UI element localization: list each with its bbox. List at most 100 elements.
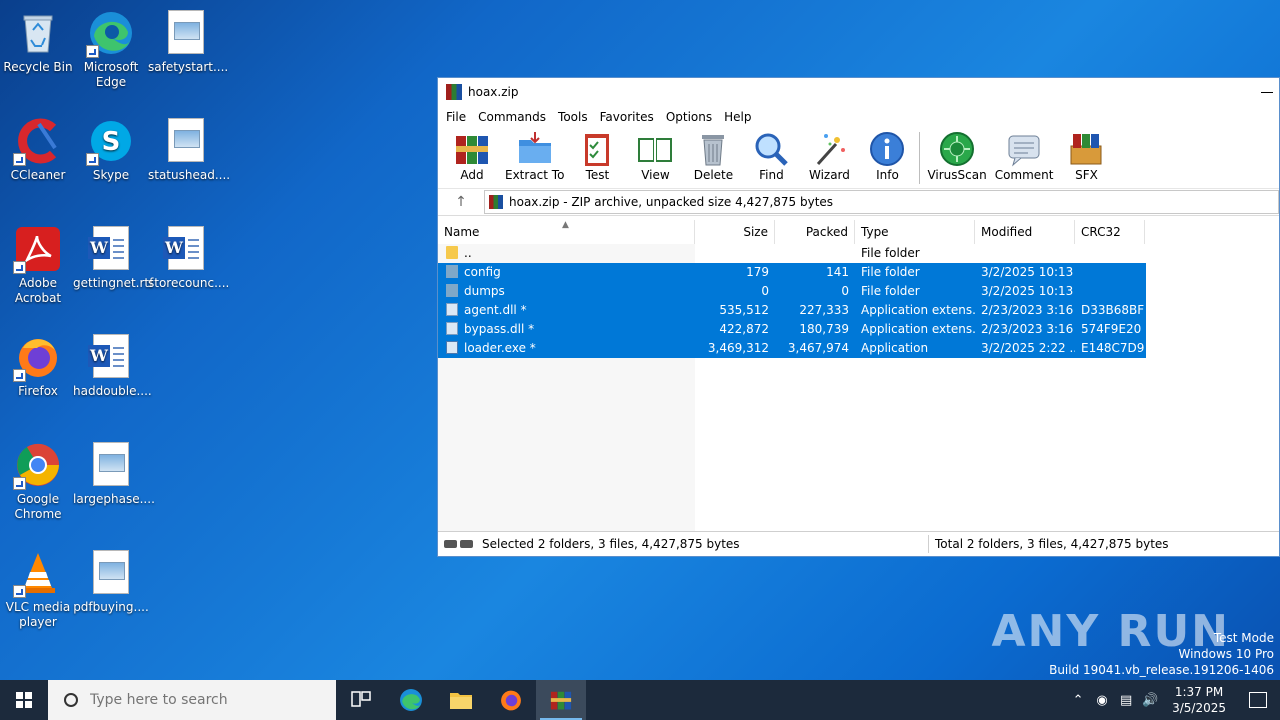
file-crc32 <box>1075 244 1145 263</box>
file-packed: 0 <box>841 284 849 298</box>
test-clipboard-icon <box>578 130 616 168</box>
sfx-button[interactable]: SFX <box>1058 128 1114 182</box>
desktop-icon-pdfbuying[interactable]: pdfbuying.... <box>73 548 149 615</box>
file-name-text: config <box>464 265 501 279</box>
file-name-text: dumps <box>464 284 505 298</box>
extract-to-button[interactable]: Extract To <box>502 128 567 182</box>
clock-time: 1:37 PM <box>1174 685 1224 699</box>
task-view-button[interactable] <box>336 680 386 720</box>
wizard-button[interactable]: Wizard <box>801 128 857 182</box>
menu-file[interactable]: File <box>440 110 472 124</box>
file-modified: 3/2/2025 10:13 ... <box>981 265 1075 279</box>
desktop-icon-chrome[interactable]: Google Chrome <box>0 440 76 522</box>
desktop-icon-label: gettingnet.rtf <box>73 276 154 290</box>
search-input[interactable] <box>88 691 322 709</box>
clock[interactable]: 1:37 PM 3/5/2025 <box>1162 684 1236 716</box>
watermark-line: Build 19041.vb_release.191206-1406 <box>1049 663 1274 677</box>
menu-commands[interactable]: Commands <box>472 110 552 124</box>
word-file-icon: W <box>88 226 134 272</box>
column-type[interactable]: Type <box>855 220 975 244</box>
wand-icon <box>810 130 848 168</box>
desktop-icon-edge[interactable]: Microsoft Edge <box>73 8 149 90</box>
archive-path[interactable]: hoax.zip - ZIP archive, unpacked size 4,… <box>484 190 1279 214</box>
notification-button[interactable] <box>1236 692 1280 708</box>
status-selected: Selected 2 folders, 3 files, 4,427,875 b… <box>482 537 740 551</box>
desktop-icon-ccleaner[interactable]: CCleaner <box>0 116 76 183</box>
desktop-icon-skype[interactable]: S Skype <box>73 116 149 183</box>
find-button[interactable]: Find <box>743 128 799 182</box>
file-row[interactable]: loader.exe * 3,469,312 3,467,974 Applicatio… <box>438 339 1279 358</box>
acrobat-icon <box>13 226 61 274</box>
desktop-icon-gettingnet[interactable]: W gettingnet.rtf <box>73 224 154 291</box>
column-modified[interactable]: Modified <box>975 220 1075 244</box>
file-type: File folder <box>861 246 920 260</box>
sfx-icon <box>1067 130 1105 168</box>
delete-button[interactable]: Delete <box>685 128 741 182</box>
file-row[interactable]: config 179 141 File folder 3/2/2025 10:13 ..… <box>438 263 1279 282</box>
menu-favorites[interactable]: Favorites <box>594 110 660 124</box>
menu-help[interactable]: Help <box>718 110 757 124</box>
image-file-icon <box>88 550 134 596</box>
notification-icon <box>1249 692 1267 708</box>
taskbar-edge[interactable] <box>386 680 436 720</box>
desktop-icon-label: safetystart.... <box>148 60 229 74</box>
desktop-icon-haddouble[interactable]: W haddouble.... <box>73 332 152 399</box>
webcam-icon[interactable]: ◉ <box>1090 693 1114 708</box>
shortcut-arrow-icon <box>13 261 26 274</box>
file-name-text: bypass.dll * <box>464 322 535 336</box>
taskbar-winrar[interactable] <box>536 680 586 720</box>
network-icon[interactable]: ▤ <box>1114 693 1138 708</box>
toolbar-label: Comment <box>994 168 1054 182</box>
desktop-icon-storecounc[interactable]: W storecounc.... <box>148 224 229 291</box>
taskbar-search[interactable] <box>48 680 336 720</box>
view-button[interactable]: View <box>627 128 683 182</box>
desktop-icon-statushead[interactable]: statushead.... <box>148 116 231 183</box>
virusscan-button[interactable]: VirusScan <box>924 128 989 182</box>
file-row[interactable]: dumps 0 0 File folder 3/2/2025 10:13 ... <box>438 282 1279 301</box>
desktop-icon-largephase[interactable]: largephase.... <box>73 440 155 507</box>
column-size[interactable]: Size <box>695 220 775 244</box>
file-type: Application extens... <box>861 303 975 317</box>
test-button[interactable]: Test <box>569 128 625 182</box>
add-button[interactable]: Add <box>444 128 500 182</box>
toolbar-label: Wizard <box>808 168 850 182</box>
desktop-icon-firefox[interactable]: Firefox <box>0 332 76 399</box>
desktop-icon-safetystart[interactable]: safetystart.... <box>148 8 229 75</box>
desktop-icon-acrobat[interactable]: Adobe Acrobat <box>0 224 76 306</box>
toolbar: Add Extract To Test View Delete Find Wiz… <box>438 128 1279 189</box>
shortcut-arrow-icon <box>13 477 26 490</box>
taskbar-firefox[interactable] <box>486 680 536 720</box>
file-row[interactable]: bypass.dll * 422,872 180,739 Application ex… <box>438 320 1279 339</box>
start-button[interactable] <box>0 680 48 720</box>
column-crc32[interactable]: CRC32 <box>1075 220 1145 244</box>
up-arrow-icon[interactable]: ↑ <box>438 194 484 210</box>
title-bar[interactable]: hoax.zip <box>438 78 1279 106</box>
comment-button[interactable]: Comment <box>992 128 1057 182</box>
info-button[interactable]: Info <box>859 128 915 182</box>
taskbar-file-explorer[interactable] <box>436 680 486 720</box>
desktop-icon-recycle-bin[interactable]: Recycle Bin <box>0 8 76 75</box>
file-row[interactable]: agent.dll * 535,512 227,333 Application ext… <box>438 301 1279 320</box>
file-modified: 3/2/2025 2:22 ... <box>981 341 1075 355</box>
volume-icon[interactable]: 🔊 <box>1138 693 1162 708</box>
menu-options[interactable]: Options <box>660 110 718 124</box>
desktop-icon-label: Google Chrome <box>14 492 62 521</box>
search-icon <box>64 693 78 707</box>
window-title: hoax.zip <box>468 85 519 99</box>
toolbar-label: Add <box>460 168 484 182</box>
column-packed[interactable]: Packed <box>775 220 855 244</box>
file-packed <box>775 244 855 263</box>
winrar-window: hoax.zip File Commands Tools Favorites O… <box>437 77 1280 557</box>
firefox-icon <box>13 334 61 382</box>
menu-tools[interactable]: Tools <box>552 110 594 124</box>
file-row[interactable]: .. File folder <box>438 244 1279 263</box>
file-packed: 141 <box>826 265 849 279</box>
folder-icon <box>446 246 458 259</box>
desktop-icon-vlc[interactable]: VLC media player <box>0 548 76 630</box>
chevron-up-icon[interactable]: ⌃ <box>1066 693 1090 708</box>
chrome-icon <box>13 442 61 490</box>
minimize-button[interactable] <box>1261 91 1273 93</box>
file-crc32: 574F9E20 <box>1081 322 1142 336</box>
desktop-icon-label: statushead.... <box>148 168 231 182</box>
file-crc32: E148C7D9 <box>1081 341 1145 355</box>
